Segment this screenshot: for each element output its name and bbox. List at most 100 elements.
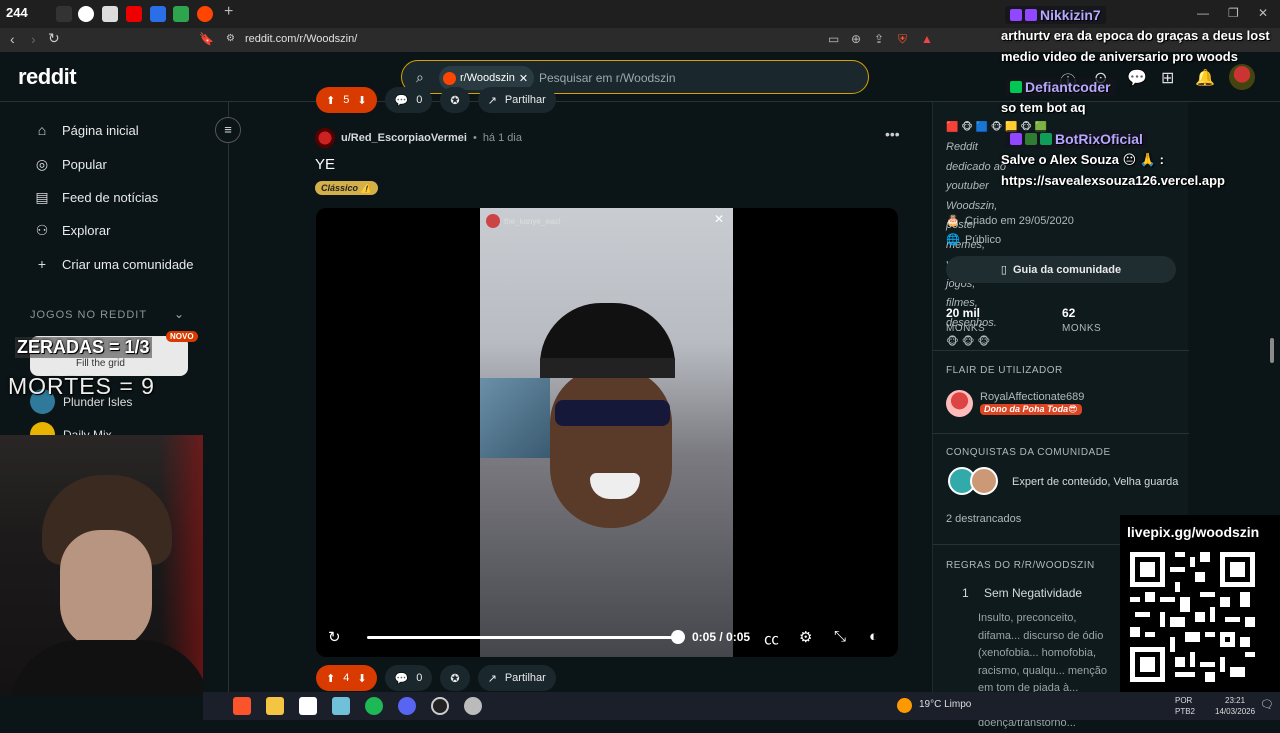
webcam-shirt — [10, 640, 203, 695]
zoom-icon[interactable]: ⊕ — [851, 32, 861, 46]
reddit-tab-icon[interactable] — [197, 6, 213, 22]
share-icon: ↗ — [487, 94, 497, 107]
tab-icon[interactable] — [173, 6, 189, 22]
tab-count[interactable]: 244 — [6, 5, 28, 20]
obs-icon[interactable] — [431, 697, 449, 715]
seek-bar[interactable] — [367, 636, 679, 639]
post-actions: ⬆ 4 ⬇ 💬 0 ✪ ↗ Partilhar — [316, 665, 556, 691]
spotify-icon[interactable] — [365, 697, 383, 715]
user-flair-name[interactable]: RoyalAffectionate689 — [980, 391, 1084, 403]
games-section-heading[interactable]: JOGOS NO REDDIT — [30, 309, 147, 321]
app-icon[interactable] — [332, 697, 350, 715]
kick-badge-icon — [1010, 81, 1022, 93]
weather-text[interactable]: 19°C Limpo — [919, 699, 971, 710]
language[interactable]: POR — [1175, 696, 1192, 705]
site-info-icon[interactable]: ⚙ — [226, 33, 235, 44]
maximize-icon[interactable]: ❐ — [1228, 6, 1239, 20]
comments-button[interactable]: 💬 0 — [384, 665, 433, 691]
reload-icon[interactable]: ↻ — [48, 30, 60, 47]
settings-icon[interactable]: ⚙ — [799, 628, 812, 646]
downvote-icon[interactable]: ⬇ — [357, 94, 366, 107]
notifications-icon[interactable]: 🗨 — [1260, 698, 1274, 711]
tab-icon[interactable] — [56, 6, 72, 22]
upvote-icon[interactable]: ⬆ — [326, 94, 335, 107]
award-button[interactable]: ✪ — [440, 87, 470, 113]
award-button[interactable]: ✪ — [440, 665, 470, 691]
brave-taskbar-icon[interactable] — [233, 697, 251, 715]
user-avatar[interactable] — [315, 128, 335, 148]
sidebar-item-label: Popular — [62, 156, 107, 172]
forward-icon[interactable]: › — [31, 31, 36, 47]
bookmark-icon[interactable]: 🔖 — [199, 32, 214, 46]
person-head — [550, 368, 672, 528]
discord-icon[interactable] — [398, 697, 416, 715]
user-avatar[interactable] — [1229, 64, 1255, 90]
tab-icon[interactable] — [78, 6, 94, 22]
tab-icon[interactable] — [102, 6, 118, 22]
create-icon[interactable]: ⊞ — [1161, 68, 1174, 88]
video-overlay-account: the_kanye_east — [486, 214, 561, 228]
chat-icon[interactable]: 💬 — [1127, 68, 1147, 88]
reddit-logo[interactable]: reddit — [18, 64, 77, 90]
share-icon[interactable]: ⇪ — [874, 32, 884, 46]
volume-icon[interactable]: ◐ — [869, 628, 878, 645]
page-scrollbar[interactable] — [1270, 338, 1274, 363]
sidebar-item-explore[interactable]: ⚇ Explorar — [34, 219, 111, 241]
sidebar-item-popular[interactable]: ◎ Popular — [34, 153, 107, 175]
tab-icon[interactable] — [150, 6, 166, 22]
remove-chip-icon[interactable]: ✕ — [519, 72, 528, 85]
user-flair-tag[interactable]: Dono da Poha Toda😎 — [980, 404, 1082, 415]
minimize-icon[interactable]: — — [1197, 6, 1209, 20]
menu-toggle-button[interactable]: ≡ — [215, 117, 241, 143]
achievement-badge[interactable] — [970, 467, 998, 495]
webcam-face — [60, 530, 152, 650]
community-guide-button[interactable]: ▯ Guia da comunidade — [946, 256, 1176, 283]
comments-button[interactable]: 💬 0 — [384, 87, 433, 113]
post-meta: u/Red_EscorpiaoVermei • há 1 dia — [315, 128, 522, 148]
post-title[interactable]: YE — [315, 156, 335, 173]
back-icon[interactable]: ‹ — [10, 31, 15, 47]
post-flair[interactable]: Clássico ⚠️ — [315, 181, 378, 195]
video-frame[interactable]: the_kanye_east ✕ — [480, 208, 733, 657]
new-tab-icon[interactable]: + — [224, 3, 233, 21]
app-icon[interactable] — [464, 697, 482, 715]
sidebar-item-news[interactable]: ▤ Feed de notícias — [34, 186, 158, 208]
chevron-down-icon[interactable]: ⌄ — [174, 307, 184, 321]
sidebar-item-create-community[interactable]: + Criar uma comunidade — [34, 253, 194, 275]
vote-group[interactable]: ⬆ 4 ⬇ — [316, 665, 377, 691]
upvote-icon[interactable]: ⬆ — [326, 672, 335, 685]
weather-icon[interactable] — [897, 698, 912, 713]
share-button[interactable]: ↗ Partilhar — [477, 87, 556, 113]
search-input[interactable]: Pesquisar em r/Woodszin — [539, 71, 676, 85]
share-button[interactable]: ↗ Partilhar — [477, 665, 556, 691]
youtube-tab-icon[interactable] — [126, 6, 142, 22]
keyboard-layout[interactable]: PTB2 — [1175, 707, 1195, 716]
mixing-console — [480, 378, 550, 458]
award-icon: ✪ — [450, 672, 460, 685]
url-text[interactable]: reddit.com/r/Woodszin/ — [245, 33, 357, 45]
notifications-icon[interactable]: 🔔 — [1195, 68, 1215, 88]
capcut-icon[interactable] — [299, 697, 317, 715]
vote-count: 5 — [343, 94, 350, 106]
replay-icon[interactable]: ↻ — [328, 628, 341, 646]
captions-icon[interactable]: ㏄ — [764, 628, 779, 649]
file-explorer-icon[interactable] — [266, 697, 284, 715]
qr-code — [1130, 552, 1255, 682]
rewards-icon[interactable]: ▲ — [921, 32, 933, 46]
downvote-icon[interactable]: ⬇ — [357, 672, 366, 685]
post-author[interactable]: u/Red_EscorpiaoVermei — [341, 132, 467, 144]
fullscreen-icon[interactable]: ⤡ — [834, 628, 846, 645]
vote-group[interactable]: ⬆ 5 ⬇ — [316, 87, 377, 113]
sidebar-item-home[interactable]: ⌂ Página inicial — [34, 119, 139, 141]
more-options-icon[interactable]: ••• — [885, 126, 900, 142]
clock-date[interactable]: 14/03/2026 — [1215, 707, 1255, 716]
close-icon[interactable]: ✕ — [1258, 6, 1268, 20]
seek-handle[interactable] — [671, 630, 685, 644]
clock-time[interactable]: 23:21 — [1225, 696, 1245, 705]
guide-label: Guia da comunidade — [1012, 263, 1122, 276]
brave-shield-icon[interactable]: ⛨ — [898, 32, 907, 47]
video-player[interactable]: the_kanye_east ✕ ↻ 0:05 / 0:05 ㏄ ⚙ ⤡ ◐ — [316, 208, 898, 657]
share-label: Partilhar — [504, 94, 546, 106]
cast-icon[interactable]: ▭ — [828, 32, 839, 46]
rule-title[interactable]: Sem Negatividade — [984, 586, 1082, 600]
